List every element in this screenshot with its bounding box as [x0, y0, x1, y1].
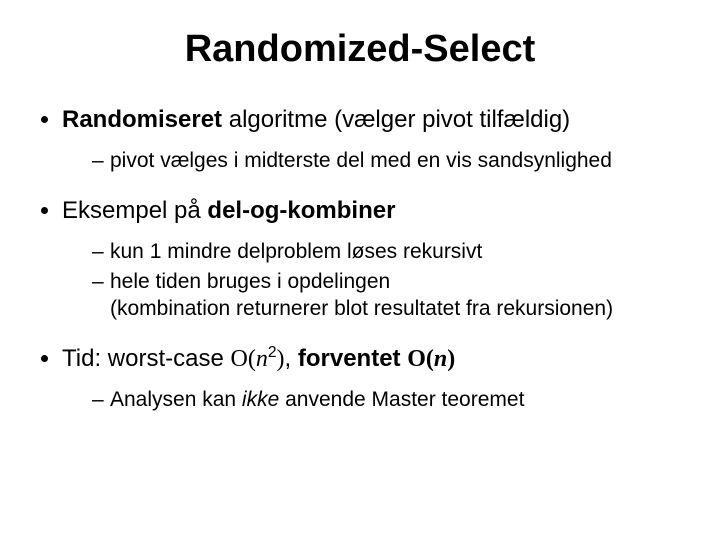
bullet-eksempel: Eksempel på del-og-kombiner kun 1 mindre… [62, 196, 692, 322]
sub-bullet: kun 1 mindre delproblem løses rekursivt [92, 238, 692, 265]
sub-bullet: Analysen kan ikke anvende Master teoreme… [92, 386, 692, 413]
sub-bullet: hele tiden bruges i opdelingen (kombinat… [92, 268, 692, 323]
text-strong: del-og-kombiner [207, 197, 395, 224]
var-n: n [434, 346, 447, 372]
text: ( [426, 346, 434, 372]
exponent: 2 [268, 344, 277, 361]
text: (kombination returnerer blot resultatet … [110, 297, 613, 320]
text: anvende Master teoremet [279, 388, 524, 411]
big-o: O [230, 346, 247, 372]
text-strong: Randomiseret [62, 106, 222, 133]
slide-title: Randomized-Select [28, 28, 692, 71]
text: ( [248, 346, 256, 372]
text: algoritme (vælger pivot tilfældig) [222, 106, 570, 133]
text: , [285, 345, 298, 372]
big-o: O [407, 346, 426, 372]
bullet-tid: Tid: worst-case O(n2), forventet O(n) An… [62, 344, 692, 413]
slide: Randomized-Select Randomiseret algoritme… [0, 0, 720, 540]
text-emph: ikke [242, 388, 279, 411]
sub-list: kun 1 mindre delproblem løses rekursivt … [62, 238, 692, 322]
text: hele tiden bruges i opdelingen [110, 270, 390, 293]
bullet-list: Randomiseret algoritme (vælger pivot til… [28, 105, 692, 413]
sub-bullet: pivot vælges i midterste del med en vis … [92, 147, 692, 174]
bullet-randomiseret: Randomiseret algoritme (vælger pivot til… [62, 105, 692, 174]
sub-list: pivot vælges i midterste del med en vis … [62, 147, 692, 174]
text: Eksempel på [62, 197, 207, 224]
text: Analysen kan [110, 388, 242, 411]
text: ) [277, 346, 285, 372]
var-n: n [256, 346, 268, 372]
text: ) [447, 346, 455, 372]
text-strong: forventet [298, 345, 407, 372]
sub-list: Analysen kan ikke anvende Master teoreme… [62, 386, 692, 413]
text: Tid: worst-case [62, 345, 230, 372]
